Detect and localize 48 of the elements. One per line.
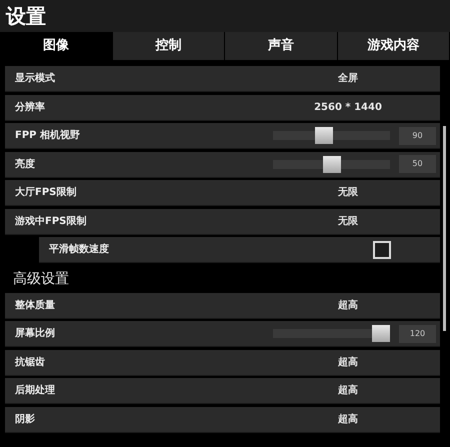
value-field[interactable]: 120 [399, 324, 436, 342]
setting-row[interactable]: 屏幕比例 120 [5, 321, 440, 347]
setting-label: 抗锯齿 [15, 356, 45, 370]
setting-row[interactable]: 后期处理 超高 [5, 378, 440, 404]
window-title: 设置 [6, 6, 46, 26]
setting-row[interactable]: 抗锯齿 超高 [5, 350, 440, 376]
setting-label: 大厅FPS限制 [15, 186, 76, 200]
setting-label: 后期处理 [15, 384, 55, 398]
slider[interactable] [273, 156, 390, 172]
setting-label: 游戏中FPS限制 [15, 214, 86, 228]
setting-row[interactable]: 平滑帧数速度 [39, 237, 440, 263]
setting-label: FPP 相机视野 [15, 128, 80, 143]
slider-thumb[interactable] [322, 156, 340, 172]
setting-label: 屏幕比例 [15, 326, 55, 341]
setting-label: 分辨率 [15, 100, 45, 114]
tab[interactable]: 控制 [112, 32, 225, 60]
checkbox[interactable] [373, 240, 391, 258]
section-heading: 高级设置 [13, 272, 69, 286]
tab[interactable]: 游戏内容 [338, 32, 450, 60]
value-field[interactable]: 90 [399, 126, 436, 144]
slider[interactable] [273, 127, 390, 144]
setting-value: 超高 [338, 298, 358, 312]
setting-label: 整体质量 [15, 298, 55, 312]
setting-value: 全屏 [338, 72, 358, 86]
setting-value: 无限 [338, 214, 358, 228]
setting-label: 亮度 [15, 157, 35, 172]
setting-row[interactable]: 阴影 超高 [5, 406, 440, 432]
setting-row[interactable]: FPP 相机视野 90 [5, 123, 440, 149]
slider-thumb[interactable] [372, 325, 390, 342]
setting-value: 超高 [338, 355, 358, 370]
slider-thumb[interactable] [315, 127, 334, 144]
setting-label: 阴影 [15, 412, 35, 426]
setting-value: 超高 [338, 412, 358, 426]
tab[interactable]: 声音 [225, 32, 338, 60]
setting-label: 显示模式 [15, 72, 55, 86]
setting-row[interactable]: 游戏中FPS限制 无限 [5, 208, 440, 234]
setting-row[interactable]: 分辨率 2560 * 1440 [5, 94, 440, 120]
setting-row[interactable]: 大厅FPS限制 无限 [5, 180, 440, 206]
setting-row[interactable]: 亮度 50 [5, 152, 440, 178]
setting-label: 平滑帧数速度 [49, 242, 109, 257]
setting-value: 无限 [338, 186, 358, 200]
scrollbar[interactable] [443, 126, 446, 331]
setting-value: 超高 [338, 383, 358, 398]
setting-value: 2560 * 1440 [314, 100, 382, 114]
setting-row[interactable]: 整体质量 超高 [5, 292, 440, 318]
slider[interactable] [273, 325, 390, 342]
value-field[interactable]: 50 [399, 155, 436, 173]
setting-row[interactable]: 显示模式 全屏 [5, 66, 440, 92]
